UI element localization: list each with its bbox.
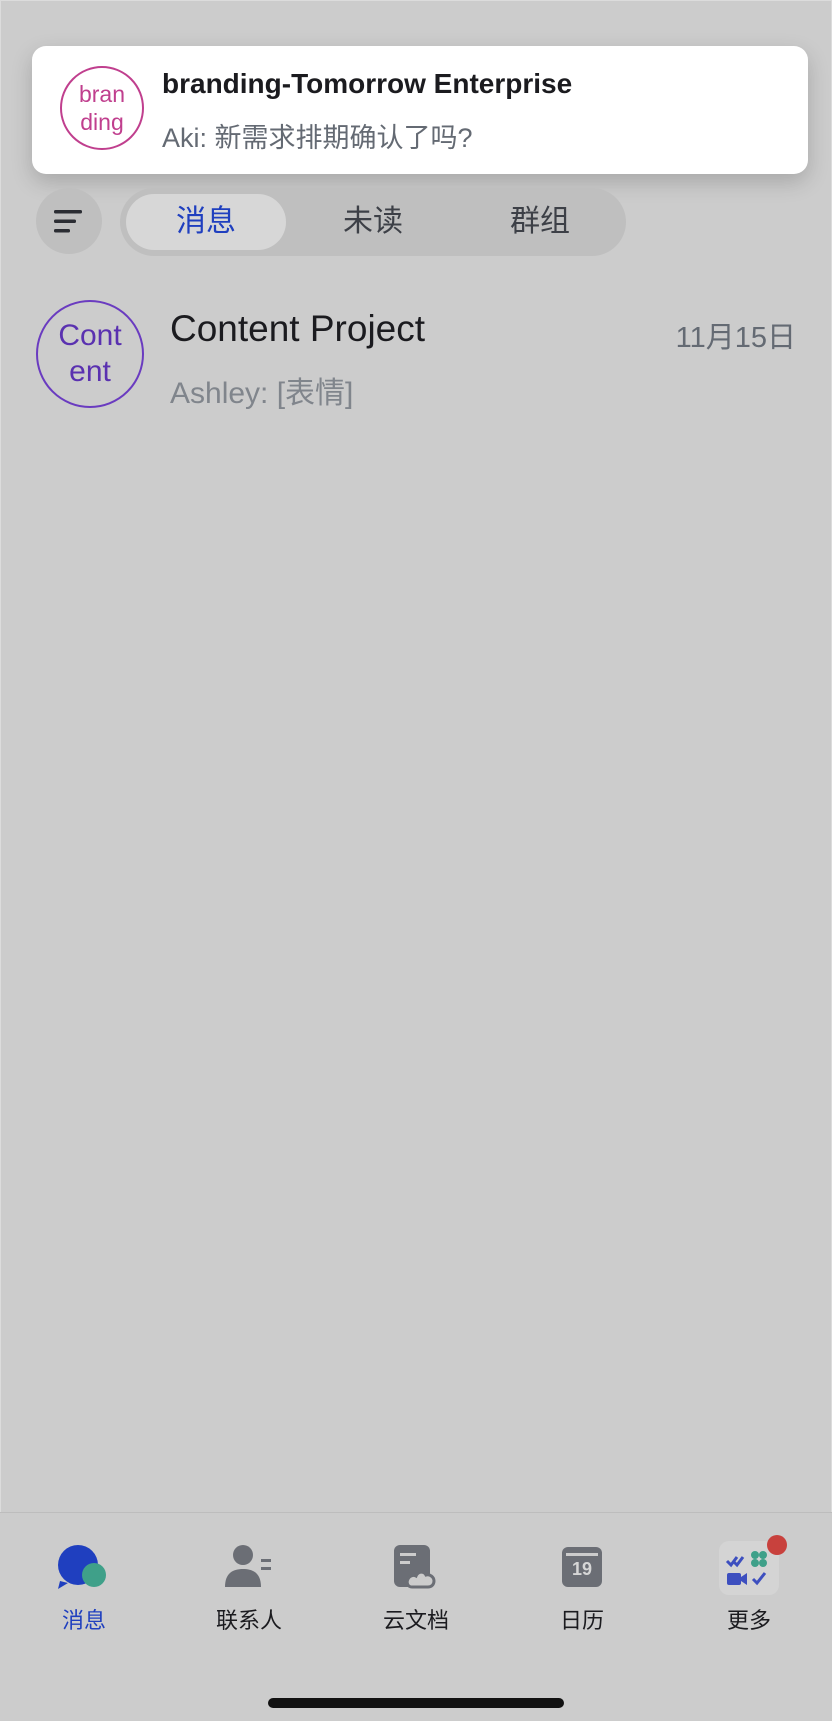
more-apps-icon (719, 1535, 787, 1595)
chat-title: Content Project (170, 308, 426, 349)
nav-label-messages: 消息 (61, 1608, 106, 1633)
nav-messages[interactable]: 消息 (24, 1541, 144, 1641)
nav-contacts[interactable]: 联系人 (189, 1541, 309, 1641)
notification-body: Aki: 新需求排期确认了吗? (162, 123, 473, 153)
notification-avatar-text: bran ding (78, 81, 126, 135)
cloud-docs-icon (386, 1541, 446, 1595)
nav-more[interactable]: 更多 (689, 1535, 809, 1641)
nav-label-cloud-docs: 云文档 (382, 1608, 449, 1633)
chat-bubble-icon (54, 1541, 114, 1595)
notification-badge (767, 1535, 787, 1555)
contacts-icon (219, 1541, 279, 1595)
tab-messages[interactable]: 消息 (126, 194, 286, 250)
menu-button[interactable] (36, 188, 102, 254)
calendar-icon: 19 (552, 1541, 612, 1595)
filter-tabs: 消息 未读 群组 (120, 188, 626, 256)
tab-groups[interactable]: 群组 (460, 194, 620, 250)
chat-time: 11月15日 (675, 322, 796, 354)
chat-avatar-text: Cont ent (58, 319, 122, 388)
nav-label-contacts: 联系人 (215, 1608, 282, 1633)
chat-list-item[interactable]: Cont ent Content Project 11月15日 Ashley: … (0, 290, 832, 420)
bottom-navigation: 消息 联系人 云文档 19 日历 更多 (0, 1512, 832, 1721)
nav-cloud-docs[interactable]: 云文档 (356, 1541, 476, 1641)
notification-title: branding-Tomorrow Enterprise (162, 68, 573, 99)
calendar-date: 19 (571, 1559, 593, 1579)
chat-avatar: Cont ent (36, 300, 144, 408)
notification-banner[interactable]: bran ding branding-Tomorrow Enterprise A… (32, 46, 808, 174)
nav-label-calendar: 日历 (559, 1608, 604, 1633)
home-indicator[interactable] (268, 1698, 564, 1708)
tab-unread[interactable]: 未读 (293, 194, 453, 250)
screen-frame (0, 0, 832, 1720)
nav-calendar[interactable]: 19 日历 (522, 1541, 642, 1641)
menu-icon (54, 210, 82, 233)
chat-preview: Ashley: [表情] (170, 377, 354, 410)
nav-label-more: 更多 (726, 1608, 771, 1633)
notification-avatar: bran ding (60, 66, 144, 150)
